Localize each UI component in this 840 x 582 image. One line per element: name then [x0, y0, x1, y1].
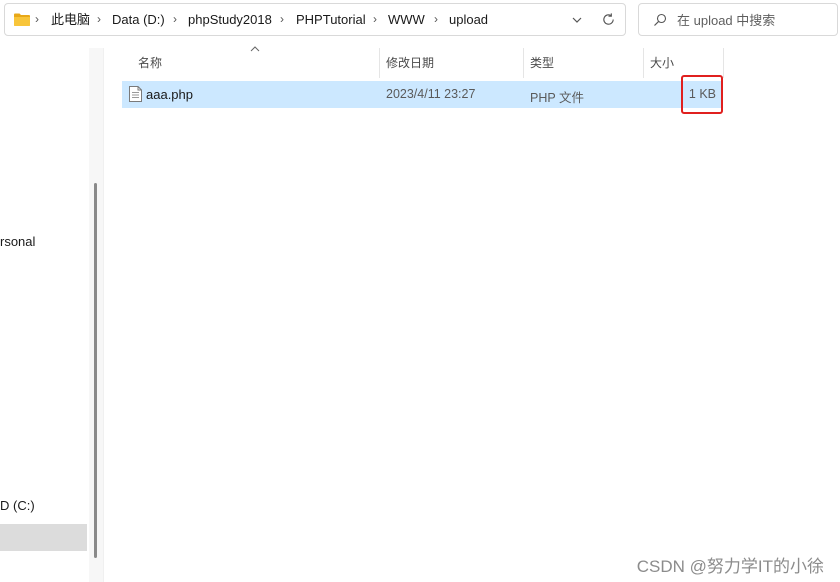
breadcrumb-phpstudy2018[interactable]: phpStudy2018	[188, 11, 272, 28]
search-icon	[654, 13, 667, 26]
file-row[interactable]: aaa.php 2023/4/11 23:27 PHP 文件 1 KB	[122, 81, 723, 108]
file-type: PHP 文件	[530, 91, 584, 105]
column-divider[interactable]	[643, 48, 644, 78]
breadcrumb-www[interactable]: WWW	[388, 11, 425, 28]
breadcrumb-separator[interactable]: ›	[33, 11, 41, 28]
chevron-down-icon[interactable]	[571, 15, 583, 25]
file-name[interactable]: aaa.php	[146, 87, 193, 102]
breadcrumb-upload[interactable]: upload	[449, 11, 488, 28]
address-bar[interactable]: › 此电脑 › Data (D:) › phpStudy2018 › PHPTu…	[4, 3, 626, 36]
refresh-icon[interactable]	[601, 12, 616, 27]
column-header-size[interactable]: 大小	[650, 54, 674, 71]
nav-scrollbar-thumb[interactable]	[94, 183, 97, 558]
php-file-icon	[129, 86, 142, 102]
watermark: CSDN @努力学IT的小徐	[636, 557, 824, 576]
search-box[interactable]	[638, 3, 838, 36]
nav-item-personal[interactable]: rsonal	[0, 234, 35, 249]
breadcrumb-separator[interactable]: ›	[278, 11, 286, 28]
column-header-name[interactable]: 名称	[138, 54, 162, 71]
nav-item-selected[interactable]	[0, 524, 87, 551]
folder-icon	[14, 13, 30, 26]
column-divider[interactable]	[723, 48, 724, 78]
file-modified-date: 2023/4/11 23:27	[386, 87, 476, 101]
column-header-modified[interactable]: 修改日期	[386, 54, 434, 71]
column-header-type[interactable]: 类型	[530, 54, 554, 71]
nav-item-drive-c[interactable]: D (C:)	[0, 498, 35, 513]
size-highlight-annotation	[681, 75, 723, 114]
column-divider[interactable]	[523, 48, 524, 78]
breadcrumb-phptutorial[interactable]: PHPTutorial	[296, 11, 366, 28]
search-input[interactable]	[677, 10, 833, 30]
column-divider[interactable]	[379, 48, 380, 78]
breadcrumb-this-pc[interactable]: 此电脑	[51, 11, 90, 28]
sort-ascending-icon	[250, 46, 260, 52]
pane-divider[interactable]	[103, 48, 104, 582]
breadcrumb-separator[interactable]: ›	[95, 11, 103, 28]
breadcrumb-separator[interactable]: ›	[371, 11, 379, 28]
breadcrumb-separator[interactable]: ›	[171, 11, 179, 28]
breadcrumb-separator[interactable]: ›	[432, 11, 440, 28]
file-explorer-window: › 此电脑 › Data (D:) › phpStudy2018 › PHPTu…	[0, 0, 840, 582]
breadcrumb-data-d[interactable]: Data (D:)	[112, 11, 165, 28]
